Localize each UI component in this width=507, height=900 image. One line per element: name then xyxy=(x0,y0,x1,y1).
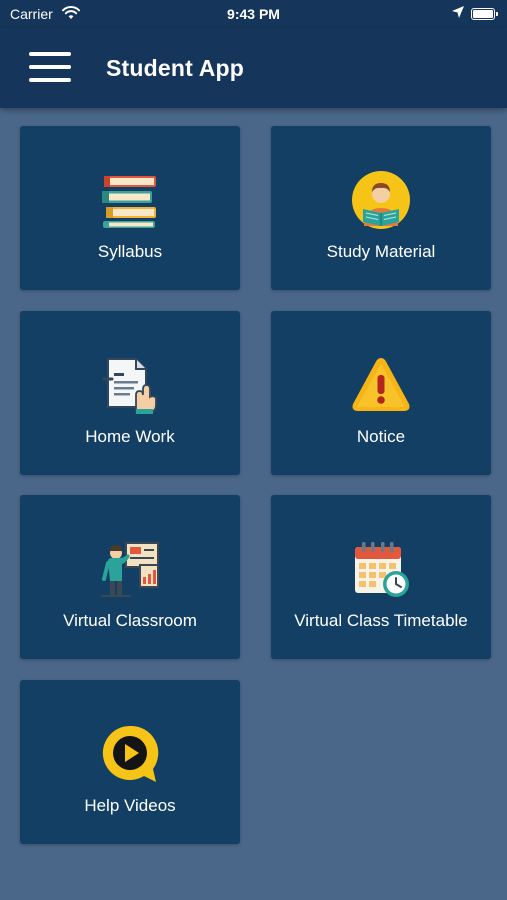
warning-icon xyxy=(352,358,410,411)
clock-time: 9:43 PM xyxy=(227,6,280,22)
books-icon xyxy=(102,176,156,228)
battery-icon xyxy=(471,8,498,20)
notice-tile[interactable]: Notice xyxy=(271,311,491,475)
calendar-clock-icon xyxy=(355,542,409,597)
play-bubble-icon xyxy=(102,725,159,782)
help-videos-tile[interactable]: Help Videos xyxy=(20,680,240,844)
virtual-class-timetable-tile[interactable]: Virtual Class Timetable xyxy=(271,495,491,659)
tile-label: Help Videos xyxy=(84,796,176,815)
study-material-tile[interactable]: Study Material xyxy=(271,126,491,290)
hamburger-menu-icon[interactable] xyxy=(29,52,71,84)
tile-label: Study Material xyxy=(326,242,436,261)
tile-label: Virtual Classroom xyxy=(63,611,197,630)
app-header: Student App xyxy=(0,28,507,108)
teacher-board-icon xyxy=(100,542,159,597)
syllabus-tile[interactable]: Syllabus xyxy=(20,126,240,290)
status-bar: Carrier 9:43 PM xyxy=(0,0,507,28)
app-title: Student App xyxy=(106,55,245,81)
home-work-tile[interactable]: Home Work xyxy=(20,311,240,475)
tile-label: Syllabus xyxy=(97,242,163,261)
tile-label: Virtual Class Timetable xyxy=(294,611,468,630)
tile-label: Home Work xyxy=(85,427,175,446)
document-hand-icon xyxy=(102,358,157,414)
virtual-classroom-tile[interactable]: Virtual Classroom xyxy=(20,495,240,659)
student-reading-icon xyxy=(352,171,410,229)
location-arrow-icon xyxy=(452,6,464,18)
tile-label: Notice xyxy=(356,427,406,446)
